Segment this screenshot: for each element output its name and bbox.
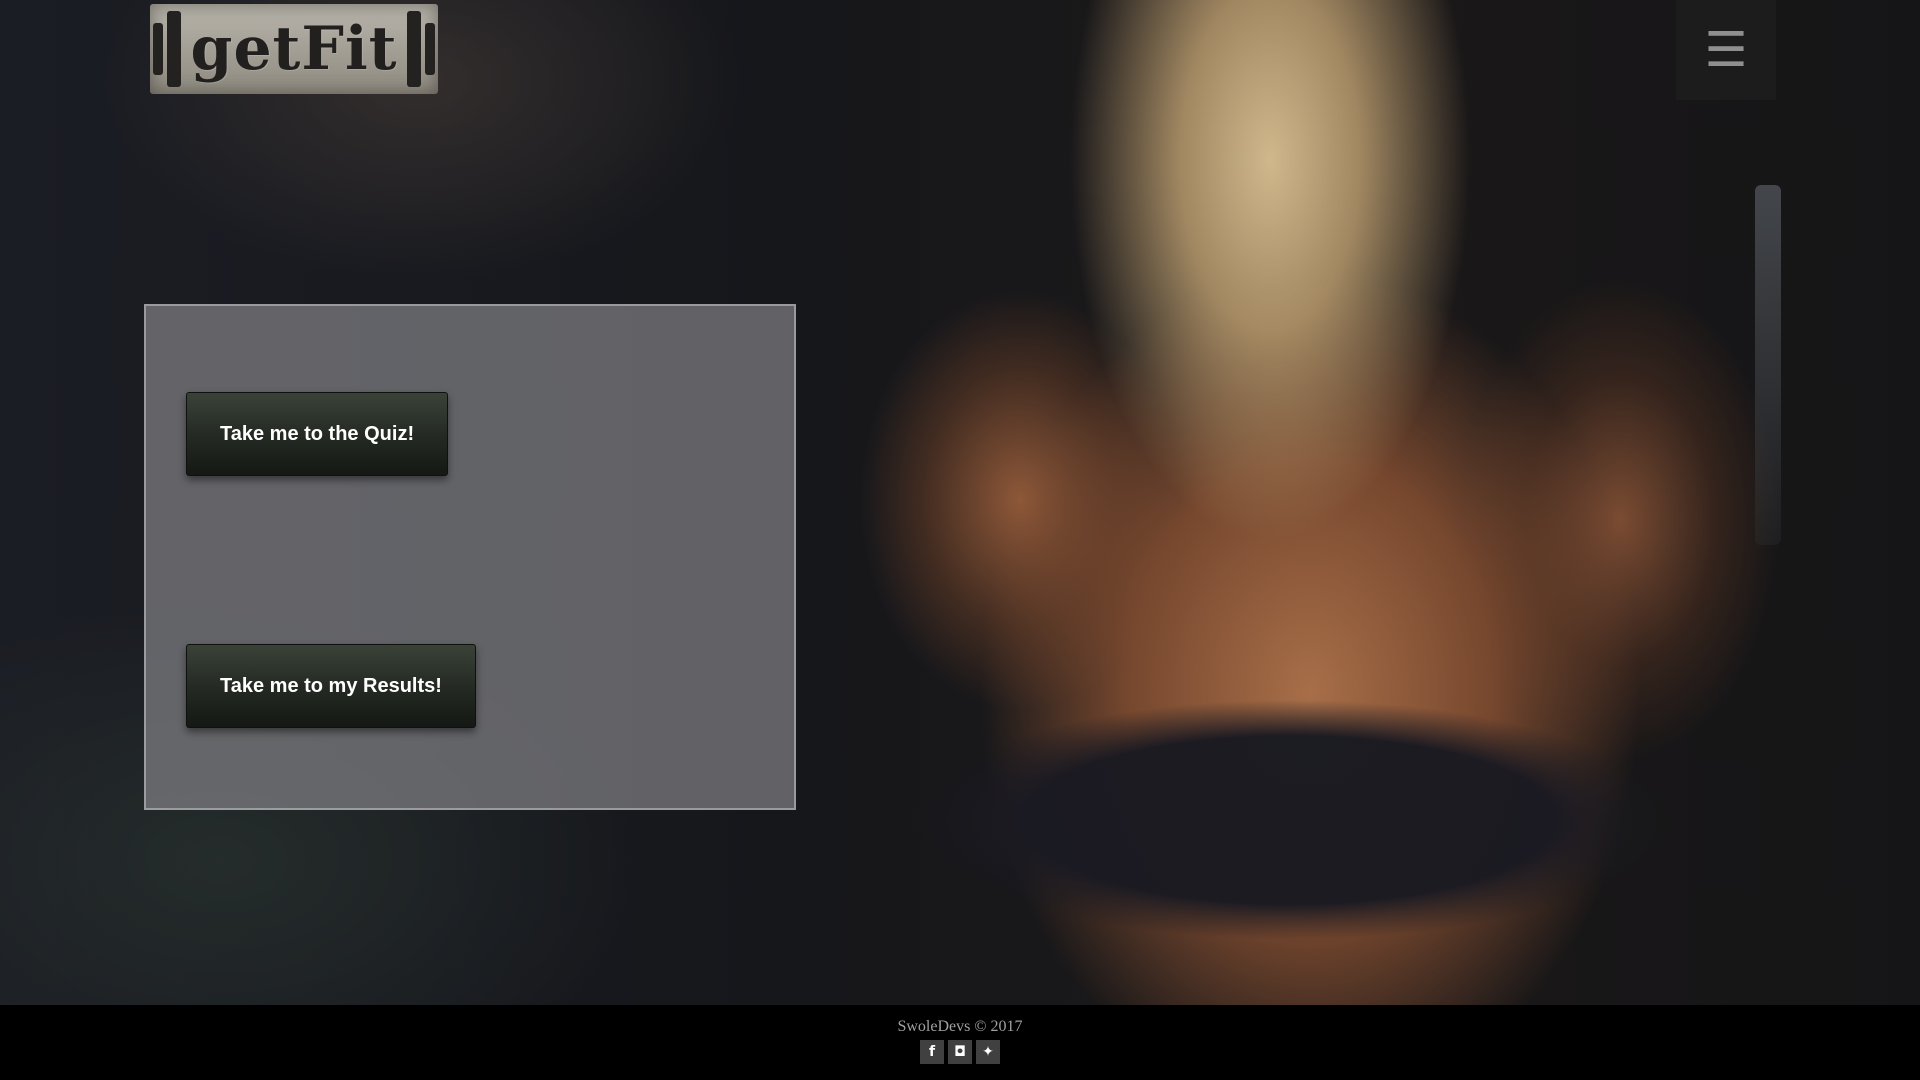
menu-button[interactable]: ☰ [1676,0,1776,100]
copyright-text: SwoleDevs © 2017 [897,1018,1023,1035]
dumbbell-plate-icon [152,23,163,75]
instagram-icon[interactable]: ◘ [948,1040,972,1064]
hamburger-icon: ☰ [1704,22,1748,78]
dumbbell-plate-icon [425,23,436,75]
facebook-icon[interactable]: f [920,1040,944,1064]
dumbbell-plate-icon [407,11,422,87]
twitter-icon[interactable]: ✦ [976,1040,1000,1064]
action-panel: Take me to the Quiz! Take me to my Resul… [144,304,796,810]
logo-text: getFit [190,14,398,84]
footer: SwoleDevs © 2017 f ◘ ✦ [0,1005,1920,1080]
logo[interactable]: getFit [150,4,438,94]
social-links: f ◘ ✦ [0,1040,1920,1064]
page: getFit ☰ Take me to the Quiz! Take me to… [0,0,1920,1080]
dumbbell-plate-icon [166,11,181,87]
view-results-button[interactable]: Take me to my Results! [186,644,476,728]
take-quiz-button[interactable]: Take me to the Quiz! [186,392,449,476]
